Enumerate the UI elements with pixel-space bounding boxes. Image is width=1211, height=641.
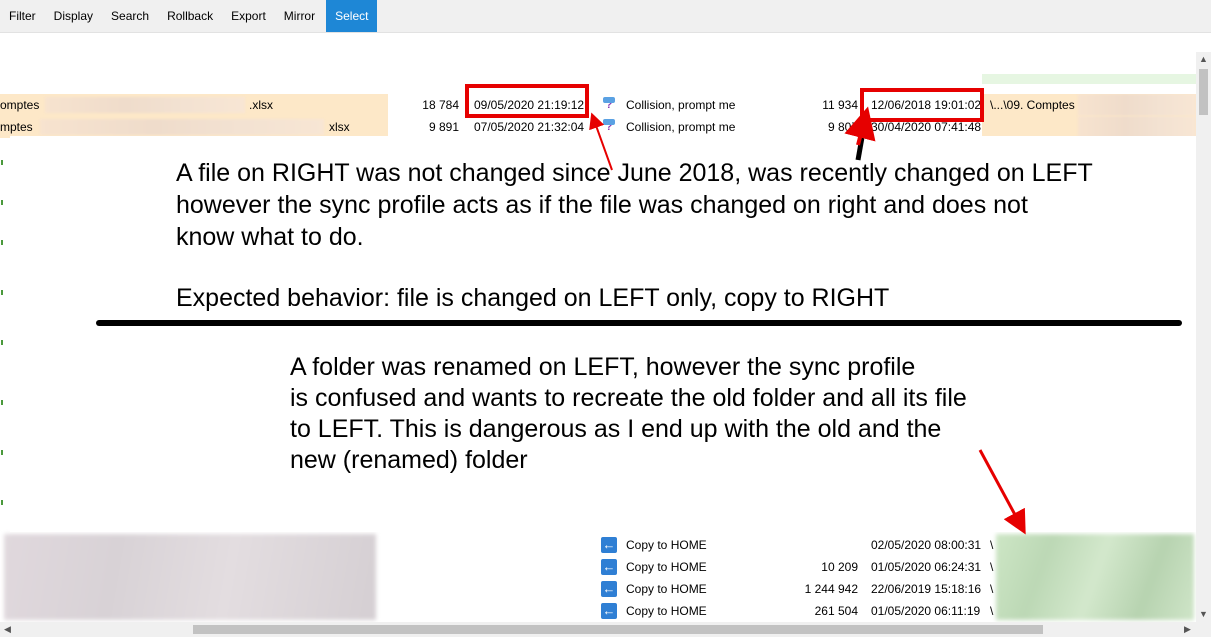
copy-to-home-icon[interactable]: ←: [601, 581, 617, 597]
copy-to-home-icon[interactable]: ←: [601, 603, 617, 619]
action-cell[interactable]: Copy to HOME: [626, 600, 786, 622]
horizontal-scroll-thumb[interactable]: [193, 625, 1043, 634]
left-size-cell: 9 891: [428, 120, 459, 134]
action-cell[interactable]: Collision, prompt me: [626, 116, 786, 138]
right-date-cell: 01/05/2020 06:24:31: [871, 560, 982, 574]
annotation-note-folder-rename: A folder was renamed on LEFT, however th…: [290, 353, 967, 474]
vertical-scrollbar[interactable]: ▲ ▼: [1196, 52, 1211, 622]
redacted-path: [1078, 116, 1196, 138]
menu-bar: Filter Display Search Rollback Export Mi…: [0, 0, 1211, 33]
right-size-cell: [786, 534, 862, 556]
row-status-marks: [0, 140, 6, 530]
annotation-divider: [96, 320, 1182, 326]
right-date-highlight-box: [860, 88, 984, 122]
copy-to-home-icon[interactable]: ←: [601, 559, 617, 575]
redacted-path: [1078, 94, 1196, 116]
file-name-suffix: .xlsx: [249, 98, 273, 112]
scroll-right-icon[interactable]: ▶: [1180, 622, 1195, 637]
annotation-note-file-conflict: A file on RIGHT was not changed since Ju…: [176, 159, 1093, 251]
collision-icon[interactable]: ?: [601, 119, 617, 135]
right-date-cell: 02/05/2020 08:00:31: [871, 538, 982, 552]
menu-rollback[interactable]: Rollback: [158, 0, 222, 32]
menu-display[interactable]: Display: [45, 0, 102, 32]
action-cell[interactable]: Copy to HOME: [626, 534, 786, 556]
right-date-cell: 01/05/2020 06:11:19: [871, 604, 981, 618]
menu-filter[interactable]: Filter: [0, 0, 45, 32]
right-path-cell: [982, 74, 1196, 84]
vertical-scroll-thumb[interactable]: [1199, 69, 1208, 115]
redacted-file-name: [45, 97, 245, 113]
table-row[interactable]: mptes xlsx 9 891 07/05/2020 21:32:04 ? C…: [0, 116, 1196, 138]
left-date-highlight-box: [465, 84, 589, 118]
file-name-prefix: omptes: [0, 98, 40, 112]
scroll-left-icon[interactable]: ◀: [0, 622, 15, 637]
right-date-cell: 22/06/2019 15:18:16: [871, 582, 982, 596]
table-row[interactable]: [0, 74, 1196, 84]
scrollbar-corner: [1196, 622, 1211, 637]
right-path-cell: \...\09. Comptes: [982, 94, 1196, 116]
collision-icon[interactable]: ?: [601, 97, 617, 113]
scroll-up-icon[interactable]: ▲: [1196, 52, 1211, 67]
table-row[interactable]: omptes .xlsx 18 784 09/05/2020 21:19:12 …: [0, 94, 1196, 116]
right-size-cell: 10 209: [821, 560, 858, 574]
action-cell[interactable]: Collision, prompt me: [626, 94, 786, 116]
menu-mirror[interactable]: Mirror: [275, 0, 324, 32]
file-name-suffix: xlsx: [329, 120, 350, 134]
left-name-cell: omptes .xlsx: [0, 94, 388, 116]
file-name-prefix: mptes: [0, 120, 33, 134]
annotation-expected-behavior: Expected behavior: file is changed on LE…: [176, 284, 890, 312]
scroll-down-icon[interactable]: ▼: [1196, 607, 1211, 622]
copy-to-home-icon[interactable]: ←: [601, 537, 617, 553]
right-size-cell: 1 244 942: [804, 582, 858, 596]
horizontal-scrollbar[interactable]: ◀ ▶: [0, 622, 1196, 637]
left-name-cell: mptes xlsx: [0, 116, 388, 138]
action-cell[interactable]: Copy to HOME: [626, 556, 786, 578]
menu-search[interactable]: Search: [102, 0, 158, 32]
left-size-cell: 18 784: [422, 98, 459, 112]
right-path-cell: [982, 116, 1196, 138]
right-size-cell: 9 807: [827, 120, 858, 134]
left-date-cell: 07/05/2020 21:32:04: [474, 120, 585, 134]
menu-select[interactable]: Select: [326, 0, 378, 32]
right-size-cell: 261 504: [814, 604, 858, 618]
redacted-left-names: [4, 534, 376, 620]
redacted-file-name: [40, 119, 324, 135]
right-size-cell: 11 934: [822, 98, 858, 112]
action-cell[interactable]: Copy to HOME: [626, 578, 786, 600]
menu-export[interactable]: Export: [222, 0, 275, 32]
redacted-right-paths: [996, 534, 1194, 620]
right-path-text: \...\09. Comptes: [990, 98, 1075, 112]
